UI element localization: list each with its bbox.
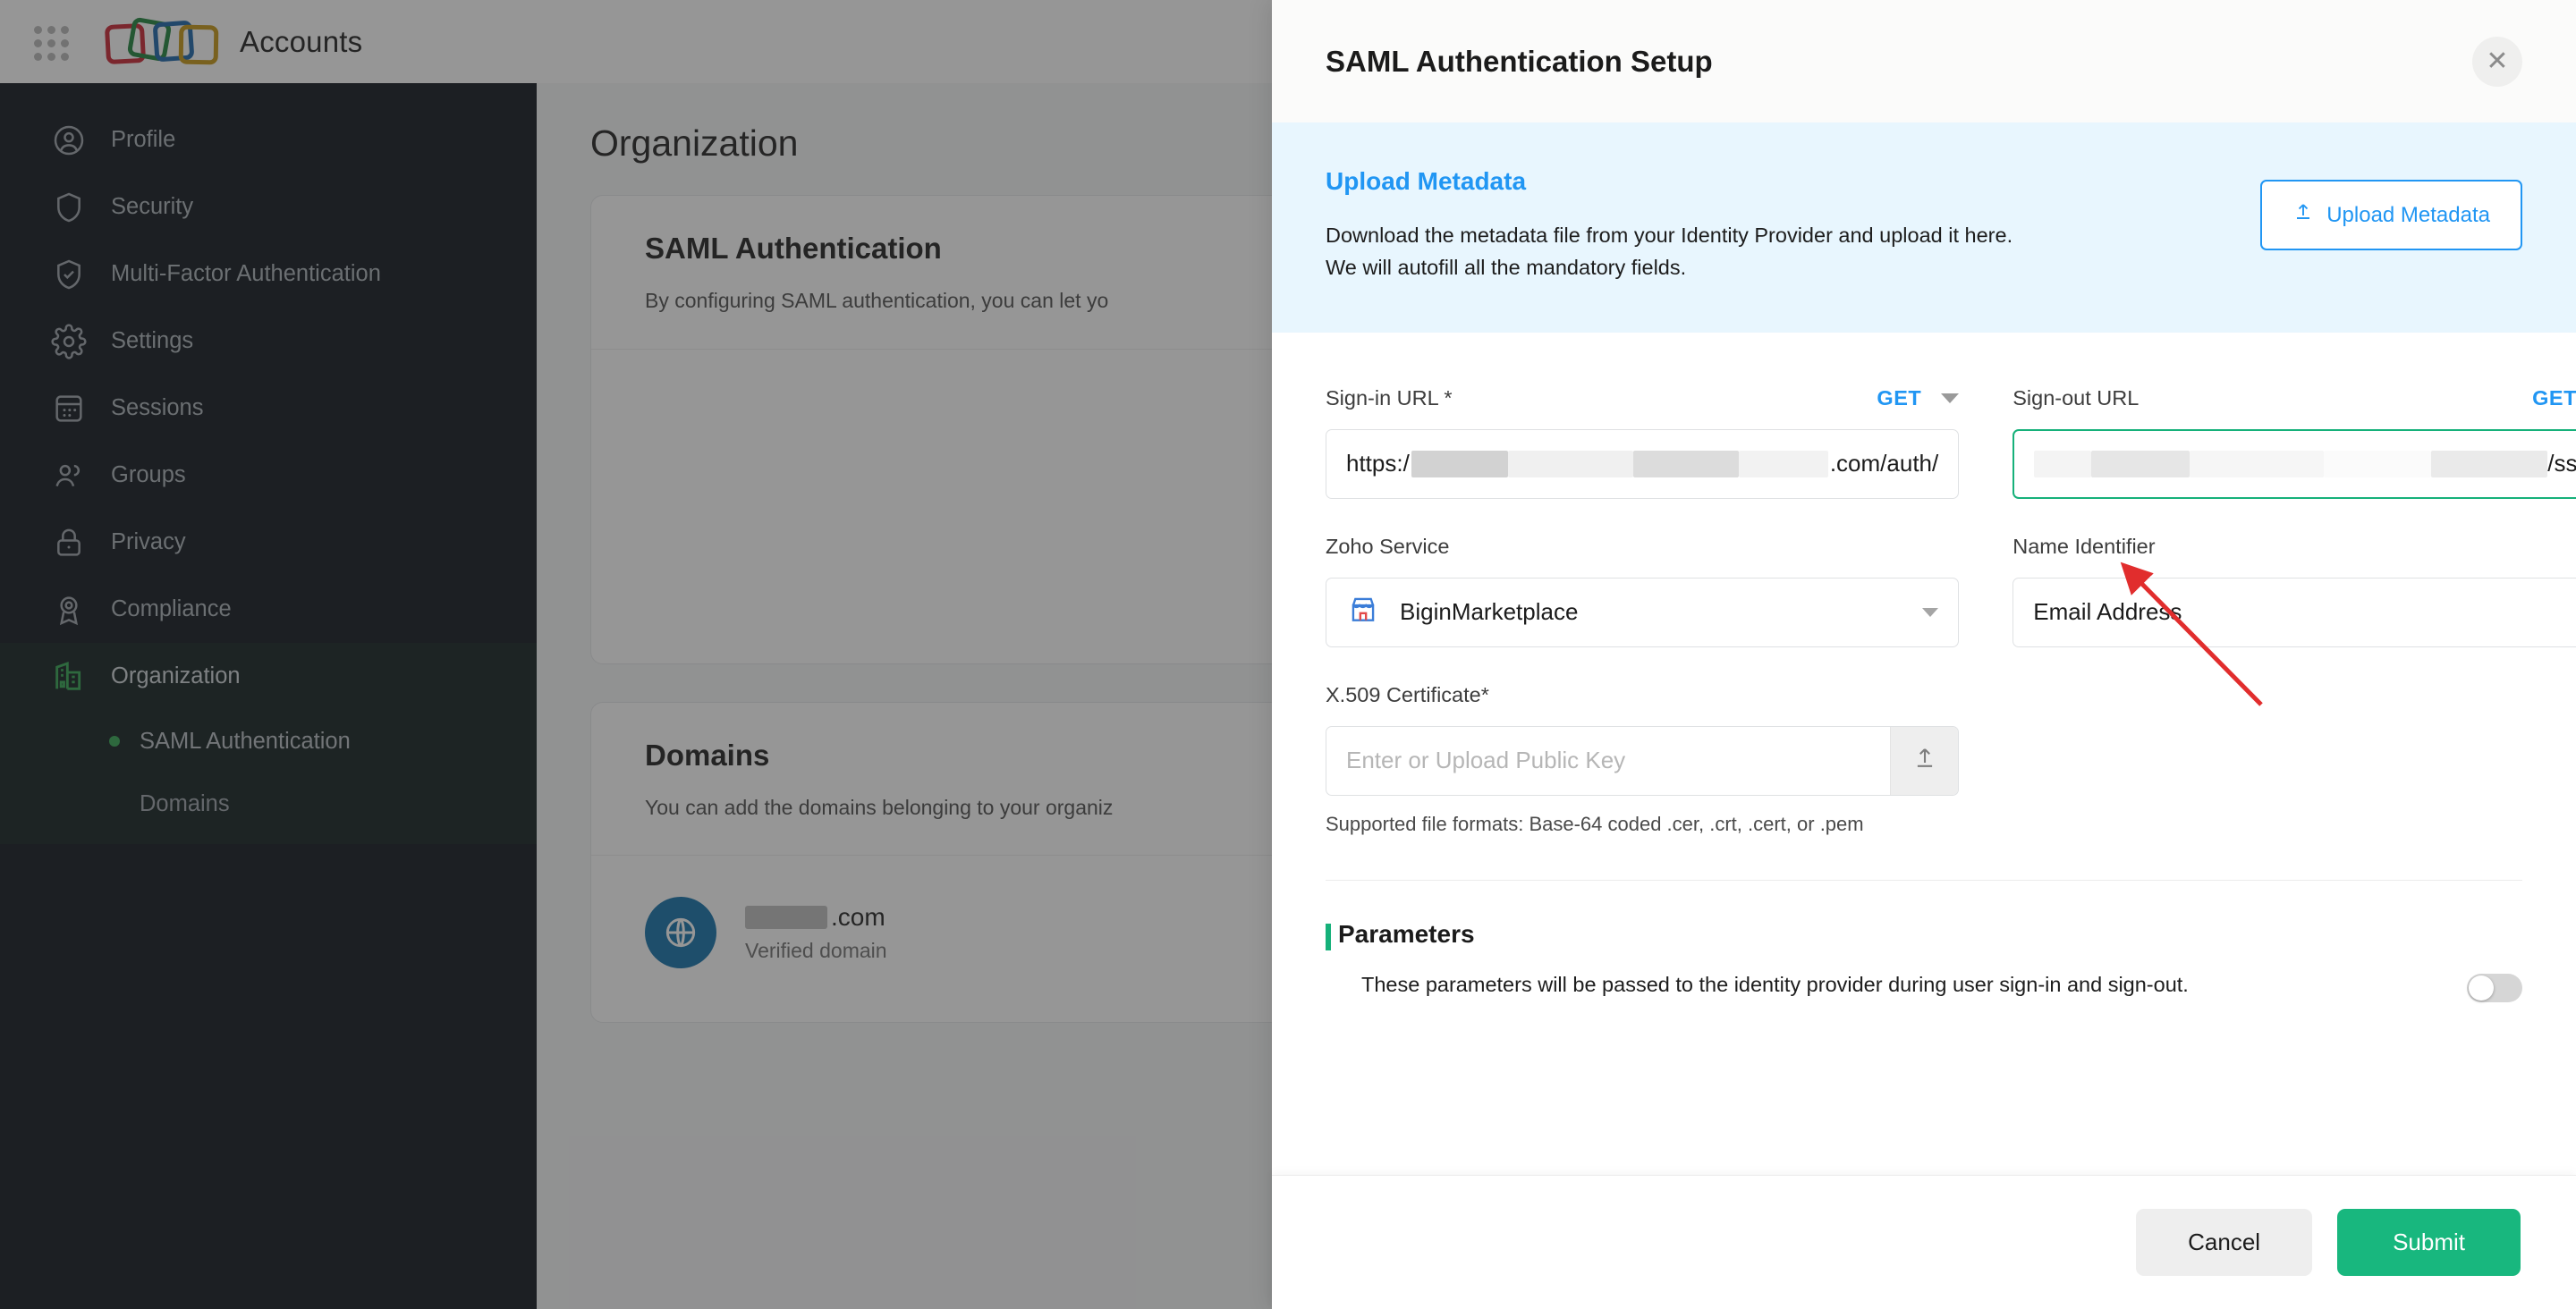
saml-setup-modal: SAML Authentication Setup ✕ Upload Metad… — [1272, 0, 2576, 1309]
upload-metadata-banner: Upload Metadata Download the metadata fi… — [1272, 122, 2576, 333]
sign-in-method-dropdown[interactable]: GET — [1877, 386, 1960, 410]
parameters-toggle[interactable] — [2467, 973, 2522, 1002]
name-identifier-value: Email Address — [2033, 598, 2182, 626]
upload-metadata-button[interactable]: Upload Metadata — [2260, 180, 2522, 250]
banner-line-1: Download the metadata file from your Ide… — [1326, 224, 2013, 247]
upload-icon — [2292, 201, 2314, 229]
parameters-heading: Parameters — [1326, 919, 2522, 950]
redacted-text — [1738, 450, 1828, 477]
form-grid: Sign-in URL * GET https:/ .com/auth/ Sig… — [1326, 384, 2576, 839]
redacted-text — [1411, 450, 1508, 477]
redacted-text — [2324, 450, 2432, 477]
certificate-label: X.509 Certificate* — [1326, 683, 1489, 707]
zoho-service-select[interactable]: BiginMarketplace — [1326, 577, 1960, 647]
modal-body: Sign-in URL * GET https:/ .com/auth/ Sig… — [1272, 333, 2576, 1175]
parameters-description: These parameters will be passed to the i… — [1361, 972, 2189, 996]
modal-overlay[interactable] — [0, 0, 1272, 1309]
redacted-text — [2034, 450, 2092, 477]
chevron-down-icon — [1922, 607, 1939, 617]
name-identifier-label: Name Identifier — [2012, 535, 2156, 559]
banner-line-2: We will autofill all the mandatory field… — [1326, 256, 1687, 280]
modal-header: SAML Authentication Setup ✕ — [1272, 0, 2576, 122]
parameters-title-text: Parameters — [1338, 919, 1475, 948]
zoho-service-label: Zoho Service — [1326, 535, 1450, 559]
sign-out-url-input[interactable]: /sso — [2012, 428, 2576, 499]
sign-in-method-value: GET — [1877, 386, 1922, 410]
certificate-hint: Supported file formats: Base-64 coded .c… — [1326, 812, 1864, 835]
modal-footer: Cancel Submit — [1272, 1175, 2576, 1309]
sign-in-url-suffix: .com/auth/ — [1829, 450, 1939, 477]
sign-out-url-suffix: /sso — [2547, 450, 2576, 477]
sign-out-url-field: Sign-out URL GET /sso — [2012, 384, 2576, 499]
certificate-upload-button[interactable] — [1890, 726, 1959, 795]
zoho-service-value: BiginMarketplace — [1400, 598, 1579, 626]
section-divider — [1326, 879, 2522, 881]
chevron-down-icon — [1941, 393, 1960, 404]
name-identifier-select[interactable]: Email Address — [2012, 577, 2576, 647]
marketplace-icon — [1346, 592, 1380, 632]
sign-out-url-label: Sign-out URL — [2012, 386, 2140, 410]
redacted-text — [2091, 450, 2190, 477]
redacted-text — [1632, 450, 1739, 477]
sign-in-url-input[interactable]: https:/ .com/auth/ — [1326, 428, 1960, 499]
redacted-text — [2190, 450, 2325, 477]
sign-in-url-field: Sign-in URL * GET https:/ .com/auth/ — [1326, 384, 1960, 499]
toggle-knob — [2469, 975, 2494, 1001]
sign-in-url-label: Sign-in URL * — [1326, 386, 1453, 410]
redacted-text — [2431, 450, 2548, 477]
sign-out-method-dropdown[interactable]: GET — [2532, 386, 2576, 410]
accent-bar-icon — [1326, 923, 1331, 950]
banner-heading: Upload Metadata — [1326, 167, 1527, 195]
modal-title: SAML Authentication Setup — [1326, 44, 1713, 78]
close-icon[interactable]: ✕ — [2472, 36, 2522, 87]
certificate-field: X.509 Certificate* Enter or Upload Publi… — [1326, 681, 1960, 839]
name-identifier-field: Name Identifier Email Address — [2012, 533, 2576, 647]
sign-in-url-prefix: https:/ — [1346, 450, 1410, 477]
cancel-button[interactable]: Cancel — [2136, 1209, 2313, 1276]
upload-icon — [1911, 745, 1938, 776]
redacted-text — [1507, 450, 1633, 477]
screen: Accounts Profile Security Multi-Factor A — [0, 0, 2576, 1309]
certificate-input[interactable]: Enter or Upload Public Key — [1326, 727, 1890, 795]
sign-out-method-value: GET — [2532, 386, 2576, 410]
upload-metadata-button-label: Upload Metadata — [2326, 202, 2490, 227]
submit-button[interactable]: Submit — [2337, 1209, 2521, 1276]
zoho-service-field: Zoho Service BiginMarketplace — [1326, 533, 1960, 647]
